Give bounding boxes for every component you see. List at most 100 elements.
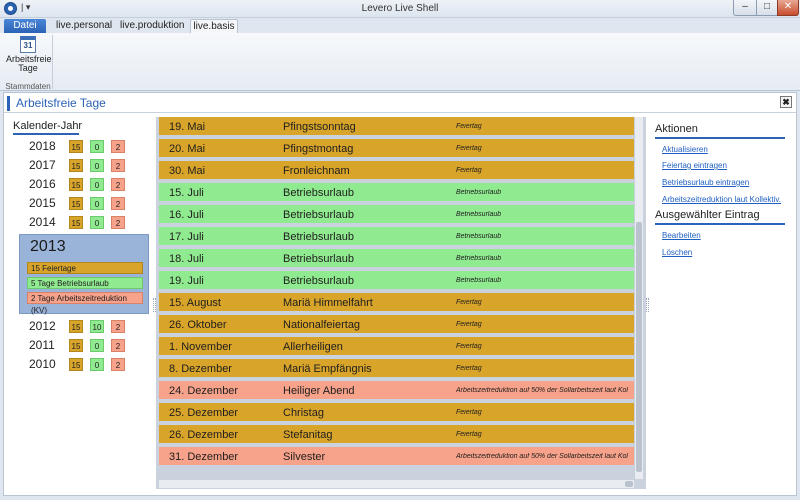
holiday-date: 1. November xyxy=(169,341,232,353)
tab-live-produktion[interactable]: live.produktion xyxy=(120,19,184,33)
table-row[interactable]: 26. Oktober Nationalfeiertag Feiertag xyxy=(159,315,634,335)
table-row[interactable]: 19. Juli Betriebsurlaub Betriebsurlaub xyxy=(159,271,634,291)
reduktion-count-badge: 2 xyxy=(111,339,125,352)
holiday-name: Pfingstsonntag xyxy=(283,121,356,133)
holiday-type: Feiertag xyxy=(456,145,482,152)
table-row[interactable]: 8. Dezember Mariä Empfängnis Feiertag xyxy=(159,359,634,379)
maximize-button[interactable]: □ xyxy=(756,0,778,16)
table-row[interactable]: 15. Juli Betriebsurlaub Betriebsurlaub xyxy=(159,183,634,203)
holiday-date: 25. Dezember xyxy=(169,407,239,419)
table-row[interactable]: 19. Mai Pfingstsonntag Feiertag xyxy=(159,117,634,137)
year-number: 2012 xyxy=(29,319,56,333)
betriebsurlaub-eintragen-link[interactable]: Betriebsurlaub eintragen xyxy=(662,178,749,187)
year-row-2010[interactable]: 2010 15 0 2 xyxy=(4,355,154,374)
urlaub-count-badge: 0 xyxy=(90,197,104,210)
bearbeiten-link[interactable]: Bearbeiten xyxy=(662,231,701,240)
year-row-2018[interactable]: 2018 15 0 2 xyxy=(4,137,154,156)
table-row[interactable]: 20. Mai Pfingstmontag Feiertag xyxy=(159,139,634,159)
holiday-date: 17. Juli xyxy=(169,231,204,243)
table-row[interactable]: 25. Dezember Christag Feiertag xyxy=(159,403,634,423)
holiday-name: Allerheiligen xyxy=(283,341,343,353)
holiday-date: 26. Dezember xyxy=(169,429,239,441)
holiday-type: Feiertag xyxy=(456,123,482,130)
aktualisieren-link[interactable]: Aktualisieren xyxy=(662,145,708,154)
tab-live-personal[interactable]: live.personal xyxy=(56,19,112,33)
right-splitter-grip[interactable] xyxy=(646,298,649,312)
holiday-name: Fronleichnam xyxy=(283,165,350,177)
vertical-scroll-thumb[interactable] xyxy=(636,222,642,472)
holiday-date: 15. August xyxy=(169,297,221,309)
holiday-date: 30. Mai xyxy=(169,165,206,177)
urlaub-count-badge: 0 xyxy=(90,216,104,229)
reduktion-count-badge: 2 xyxy=(111,197,125,210)
holiday-type: Arbeitszeitreduktion auf 50% der Sollarb… xyxy=(456,387,628,394)
holiday-name: Mariä Empfängnis xyxy=(283,363,372,375)
calendar-icon: 31 xyxy=(20,36,36,53)
table-row[interactable]: 15. August Mariä Himmelfahrt Feiertag xyxy=(159,293,634,313)
ribbon: 31 Arbeitsfreie Tage Stammdaten xyxy=(0,33,800,91)
table-row[interactable]: 18. Juli Betriebsurlaub Betriebsurlaub xyxy=(159,249,634,269)
holiday-date: 19. Juli xyxy=(169,275,204,287)
feiertage-count-badge: 15 xyxy=(69,320,83,333)
feiertage-count-badge: 15 xyxy=(69,339,83,352)
vertical-scrollbar[interactable] xyxy=(634,117,643,479)
year-row-2015[interactable]: 2015 15 0 2 xyxy=(4,194,154,213)
ribbon-tabs: Datei live.personal live.produktion live… xyxy=(0,18,800,33)
year-number: 2010 xyxy=(29,357,56,371)
window-title: Levero Live Shell xyxy=(361,3,439,14)
holiday-type: Feiertag xyxy=(456,167,482,174)
urlaub-count-badge: 10 xyxy=(90,320,104,333)
loeschen-link[interactable]: Löschen xyxy=(662,248,692,257)
year-row-2012[interactable]: 2012 15 10 2 xyxy=(4,317,154,336)
holiday-date: 16. Juli xyxy=(169,209,204,221)
feiertag-eintragen-link[interactable]: Feiertag eintragen xyxy=(662,161,727,170)
year-row-2011[interactable]: 2011 15 0 2 xyxy=(4,336,154,355)
table-row[interactable]: 16. Juli Betriebsurlaub Betriebsurlaub xyxy=(159,205,634,225)
minimize-button[interactable]: – xyxy=(733,0,757,16)
feiertage-count-badge: 15 xyxy=(69,358,83,371)
arbeitsfreie-tage-button[interactable]: 31 Arbeitsfreie Tage xyxy=(6,35,52,77)
tab-datei[interactable]: Datei xyxy=(4,19,46,33)
year-number: 2016 xyxy=(29,177,56,191)
page-title: Arbeitsfreie Tage xyxy=(16,96,106,110)
page-header-accent xyxy=(7,96,10,111)
holiday-name: Christag xyxy=(283,407,324,419)
feiertage-count-badge: 15 xyxy=(69,178,83,191)
title-bar: | ▾ Levero Live Shell – □ ✕ xyxy=(0,0,800,18)
betriebsurlaub-summary-chip: 5 Tage Betriebsurlaub xyxy=(27,277,143,289)
year-number: 2015 xyxy=(29,196,56,210)
tab-live-basis[interactable]: live.basis xyxy=(190,19,238,33)
actions-heading: Aktionen xyxy=(655,123,698,135)
feiertage-count-badge: 15 xyxy=(69,197,83,210)
actions-underline xyxy=(655,137,785,139)
holiday-name: Betriebsurlaub xyxy=(283,253,354,265)
holiday-name: Heiliger Abend xyxy=(283,385,355,397)
table-row[interactable]: 17. Juli Betriebsurlaub Betriebsurlaub xyxy=(159,227,634,247)
year-list-title: Kalender-Jahr xyxy=(13,120,83,132)
close-page-icon[interactable]: ✖ xyxy=(780,96,792,108)
horizontal-scroll-thumb[interactable] xyxy=(625,481,633,487)
holiday-type: Feiertag xyxy=(456,343,482,350)
year-number: 2017 xyxy=(29,158,56,172)
year-row-2014[interactable]: 2014 15 0 2 xyxy=(4,213,154,232)
reduktion-count-badge: 2 xyxy=(111,159,125,172)
holiday-name: Betriebsurlaub xyxy=(283,275,354,287)
table-row[interactable]: 1. November Allerheiligen Feiertag xyxy=(159,337,634,357)
urlaub-count-badge: 0 xyxy=(90,159,104,172)
holiday-type: Feiertag xyxy=(456,321,482,328)
table-row[interactable]: 30. Mai Fronleichnam Feiertag xyxy=(159,161,634,181)
table-row[interactable]: 26. Dezember Stefanitag Feiertag xyxy=(159,425,634,445)
arbeitszeitreduktion-link[interactable]: Arbeitszeitreduktion laut Kollektiv. xyxy=(662,195,781,204)
table-row[interactable]: 31. Dezember Silvester Arbeitszeitredukt… xyxy=(159,447,634,467)
feiertage-count-badge: 15 xyxy=(69,159,83,172)
holiday-date: 15. Juli xyxy=(169,187,204,199)
table-row[interactable]: 24. Dezember Heiliger Abend Arbeitszeitr… xyxy=(159,381,634,401)
horizontal-scrollbar[interactable] xyxy=(159,479,634,488)
selected-entry-underline xyxy=(655,223,785,225)
selected-year-card[interactable]: 2013 15 Feiertage 5 Tage Betriebsurlaub … xyxy=(19,234,149,315)
close-window-button[interactable]: ✕ xyxy=(777,0,799,16)
year-row-2016[interactable]: 2016 15 0 2 xyxy=(4,175,154,194)
holiday-name: Mariä Himmelfahrt xyxy=(283,297,373,309)
holiday-name: Nationalfeiertag xyxy=(283,319,361,331)
year-row-2017[interactable]: 2017 15 0 2 xyxy=(4,156,154,175)
